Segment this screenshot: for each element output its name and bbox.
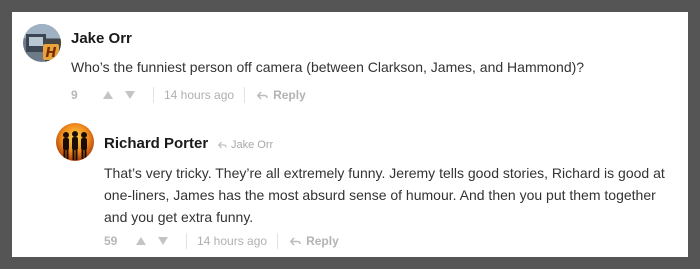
reply-arrow-icon (290, 236, 301, 246)
avatar-image: H (23, 24, 61, 62)
comment-body: That’s very tricky. They’re all extremel… (104, 165, 665, 225)
reply-to-indicator[interactable]: Jake Orr (218, 139, 273, 151)
avatar[interactable]: H (23, 24, 61, 62)
comment-actions: 9 14 hours ago Reply (71, 86, 306, 104)
reply-button[interactable]: Reply (290, 234, 339, 248)
divider (186, 233, 187, 249)
reply-arrow-icon (218, 141, 227, 149)
timestamp[interactable]: 14 hours ago (164, 88, 234, 102)
divider (153, 87, 154, 103)
downvote-button[interactable] (152, 232, 174, 250)
upvote-button[interactable] (130, 232, 152, 250)
downvote-button[interactable] (119, 86, 141, 104)
avatar-image (56, 123, 94, 161)
timestamp[interactable]: 14 hours ago (197, 234, 267, 248)
vote-count: 59 (104, 234, 118, 248)
downvote-icon (125, 91, 135, 99)
upvote-button[interactable] (97, 86, 119, 104)
comment-actions: 59 14 hours ago Reply (104, 232, 339, 250)
vote-count: 9 (71, 88, 78, 102)
reply-label: Reply (273, 88, 306, 102)
divider (277, 233, 279, 249)
upvote-icon (136, 237, 146, 245)
avatar[interactable] (56, 123, 94, 161)
downvote-icon (158, 237, 168, 245)
reply-label: Reply (306, 234, 339, 248)
divider (244, 87, 246, 103)
avatar-badge: H (46, 46, 57, 61)
reply-to-author: Jake Orr (231, 139, 274, 151)
comment-body: Who’s the funniest person off camera (be… (71, 59, 585, 75)
comment-author[interactable]: Jake Orr (71, 30, 132, 47)
comment-author[interactable]: Richard Porter (104, 135, 208, 152)
reply-button[interactable]: Reply (257, 88, 306, 102)
upvote-icon (103, 91, 113, 99)
reply-arrow-icon (257, 90, 268, 100)
comment-thread: H Jake Orr Who’s the funniest person off… (12, 12, 688, 257)
